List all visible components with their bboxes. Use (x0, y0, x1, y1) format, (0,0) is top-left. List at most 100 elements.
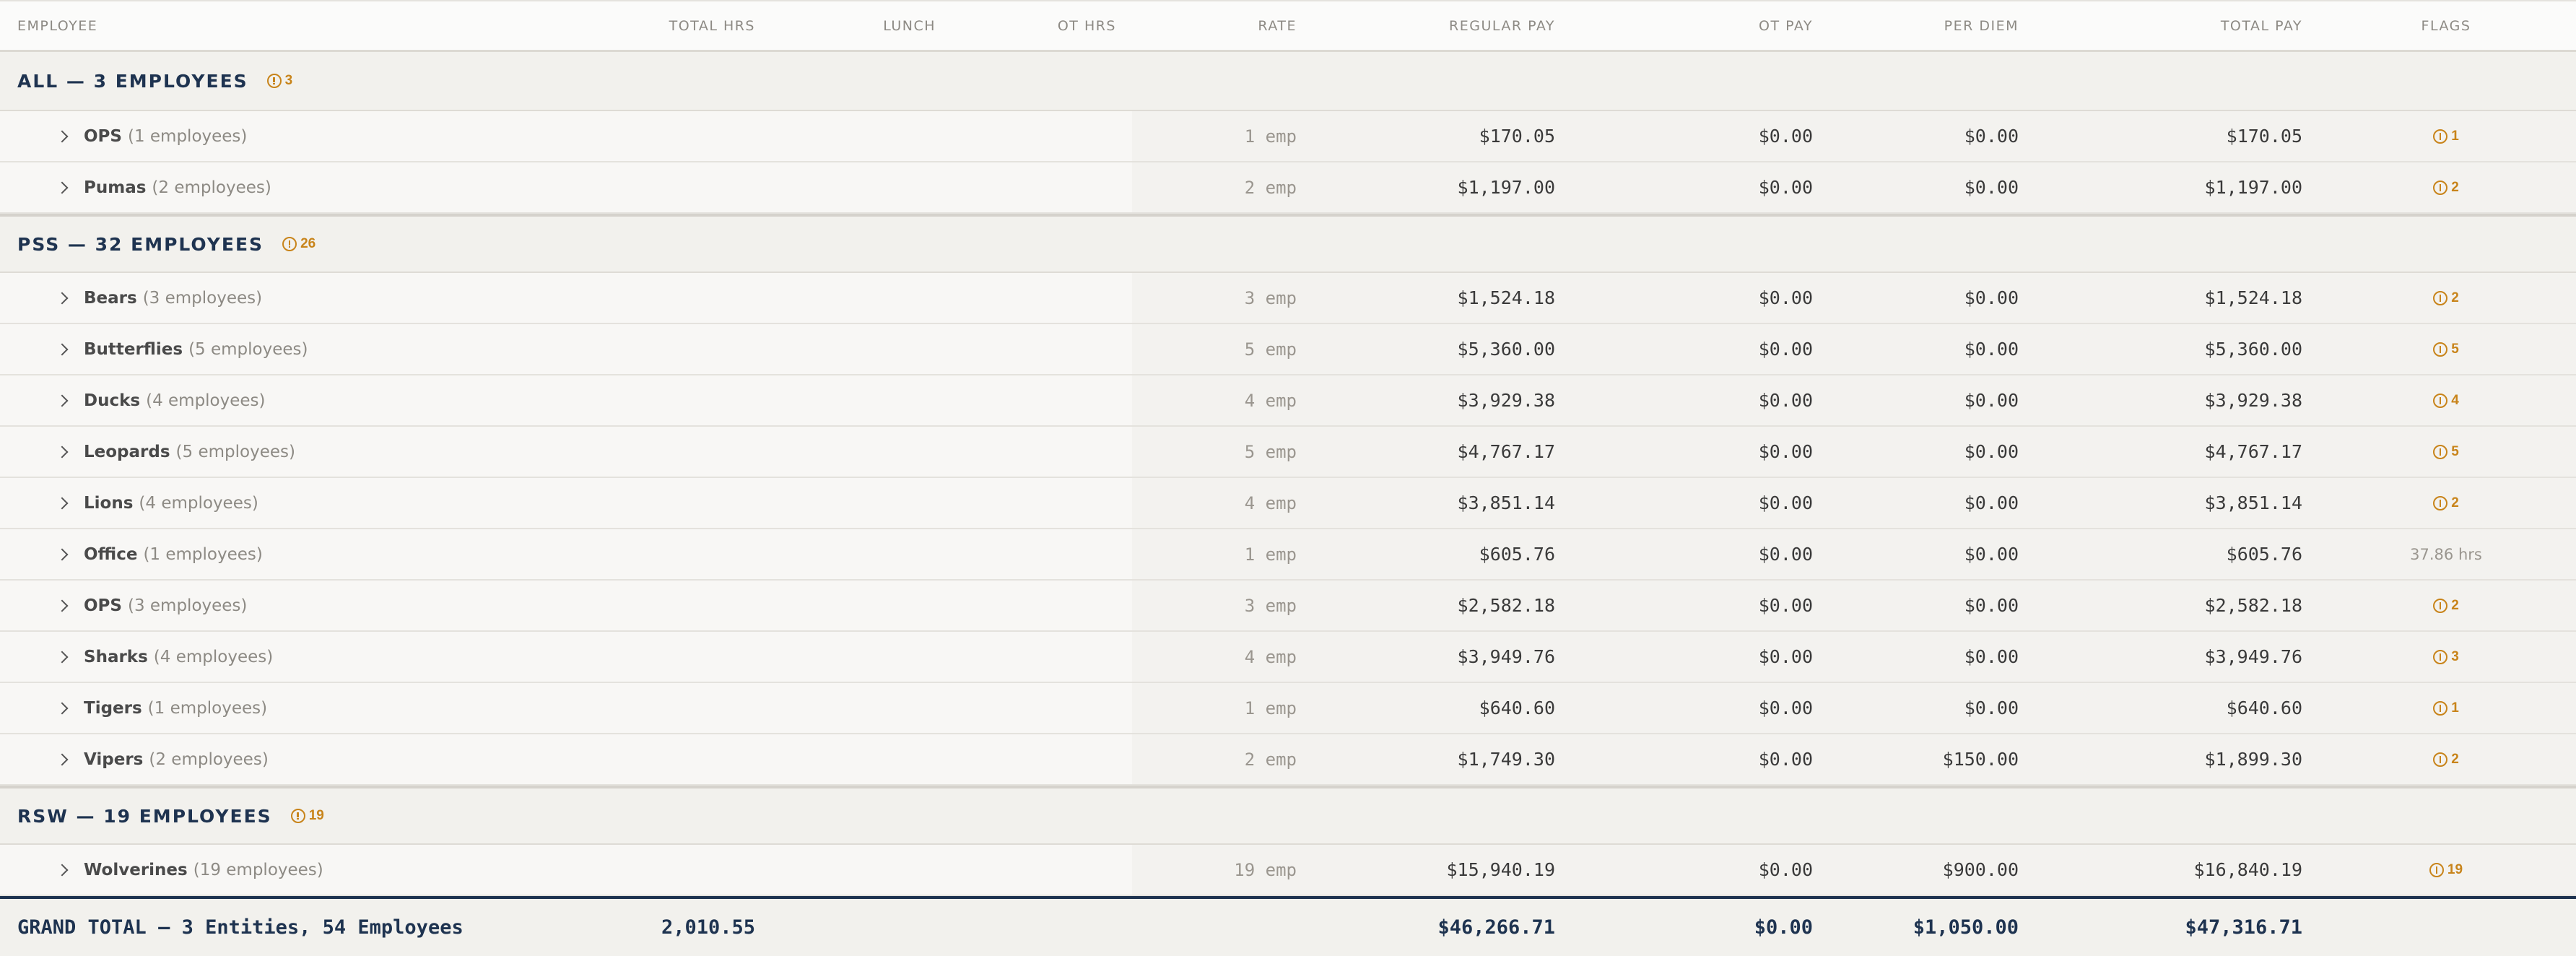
team-name: OPS (84, 596, 122, 615)
alert-circle-icon (2429, 862, 2444, 877)
table-row[interactable]: OPS (1 employees) 1 emp $170.05 $0.00 $0.… (0, 111, 2576, 162)
entity-flag-badge: 26 (282, 236, 316, 252)
team-name: Ducks (84, 391, 141, 410)
total-pay-cell: $170.05 (2226, 126, 2302, 147)
team-name: OPS (84, 126, 122, 146)
total-pay-cell: $1,197.00 (2204, 177, 2302, 198)
chevron-right-icon[interactable] (56, 343, 69, 355)
ot-pay-cell: $0.00 (1758, 126, 1813, 147)
chevron-right-icon[interactable] (56, 599, 69, 612)
per-diem-cell: $0.00 (1964, 698, 2019, 718)
table-row[interactable]: Lions (4 employees) 4 emp $3,851.14 $0.00… (0, 478, 2576, 529)
table-row[interactable]: Tigers (1 employees) 1 emp $640.60 $0.00 … (0, 683, 2576, 734)
rate-cell: 1 emp (1244, 126, 1297, 147)
chevron-right-icon[interactable] (56, 702, 69, 714)
flags-cell[interactable]: 5 (2375, 324, 2517, 374)
team-count: (4 employees) (153, 647, 274, 666)
team-name: Sharks (84, 647, 148, 666)
flags-cell[interactable]: 4 (2375, 375, 2517, 425)
entity-title: ALL — 3 EMPLOYEES (17, 70, 248, 92)
rate-cell: 1 emp (1244, 544, 1297, 565)
payroll-summary-table: EMPLOYEE TOTAL HRS LUNCH OT HRS RATE REG… (0, 0, 2576, 956)
table-row[interactable]: Office (1 employees) 1 emp $605.76 $0.00 … (0, 529, 2576, 581)
ot-pay-cell: $0.00 (1758, 646, 1813, 667)
table-header: EMPLOYEE TOTAL HRS LUNCH OT HRS RATE REG… (0, 0, 2576, 52)
team-name: Vipers (84, 749, 144, 769)
table-row[interactable]: Sharks (4 employees) 4 emp $3,949.76 $0.0… (0, 632, 2576, 683)
team-count: (5 employees) (175, 442, 295, 461)
chevron-right-icon[interactable] (56, 651, 69, 663)
flags-cell[interactable]: 2 (2375, 581, 2517, 630)
per-diem-cell: $0.00 (1964, 390, 2019, 411)
total-pay-cell: $2,582.18 (2204, 595, 2302, 616)
regular-pay-cell: $1,197.00 (1457, 177, 1555, 198)
flags-cell[interactable]: 3 (2375, 632, 2517, 682)
col-ot-pay[interactable]: OT PAY (1661, 1, 1813, 50)
chevron-right-icon[interactable] (56, 446, 69, 458)
flags-cell[interactable]: 2 (2375, 734, 2517, 784)
flags-cell[interactable]: 1 (2375, 683, 2517, 733)
team-count: (2 employees) (152, 178, 271, 197)
col-employee[interactable]: EMPLOYEE (17, 1, 97, 50)
team-count: (19 employees) (193, 860, 323, 879)
col-lunch[interactable]: LUNCH (830, 1, 936, 50)
flags-cell[interactable]: 2 (2375, 162, 2517, 212)
chevron-right-icon[interactable] (56, 394, 69, 407)
regular-pay-cell: $1,749.30 (1457, 749, 1555, 770)
alert-circle-icon (2433, 393, 2448, 408)
col-per-diem[interactable]: PER DIEM (1877, 1, 2019, 50)
chevron-right-icon[interactable] (56, 548, 69, 560)
alert-circle-icon (2433, 129, 2448, 144)
col-rate[interactable]: RATE (1155, 1, 1297, 50)
table-row[interactable]: Vipers (2 employees) 2 emp $1,749.30 $0.0… (0, 734, 2576, 786)
entity-flag-badge: 3 (266, 73, 292, 89)
chevron-right-icon[interactable] (56, 497, 69, 509)
entity-group-header[interactable]: ALL — 3 EMPLOYEES 3 (0, 52, 2576, 111)
alert-circle-icon (282, 237, 297, 251)
rate-cell: 3 emp (1244, 287, 1297, 308)
chevron-right-icon[interactable] (56, 292, 69, 304)
table-row[interactable]: Pumas (2 employees) 2 emp $1,197.00 $0.00… (0, 162, 2576, 214)
alert-circle-icon (2433, 290, 2448, 305)
chevron-right-icon[interactable] (56, 753, 69, 765)
flags-cell[interactable]: 2 (2375, 478, 2517, 528)
col-total-pay[interactable]: TOTAL PAY (2094, 1, 2302, 50)
team-name: Lions (84, 493, 134, 513)
table-row[interactable]: Leopards (5 employees) 5 emp $4,767.17 $0… (0, 427, 2576, 478)
grand-total-label: GRAND TOTAL — 3 Entities, 54 Employees (17, 916, 464, 939)
col-flags[interactable]: FLAGS (2375, 1, 2517, 50)
per-diem-cell: $0.00 (1964, 544, 2019, 565)
table-row[interactable]: Bears (3 employees) 3 emp $1,524.18 $0.00… (0, 273, 2576, 324)
team-count: (1 employees) (127, 126, 248, 146)
table-row[interactable]: Wolverines (19 employees) 19 emp $15,940.… (0, 845, 2576, 896)
rate-cell: 19 emp (1234, 859, 1297, 880)
table-row[interactable]: Ducks (4 employees) 4 emp $3,929.38 $0.00… (0, 375, 2576, 427)
grand-total-pay: $47,316.71 (2185, 916, 2302, 939)
flags-cell[interactable]: 5 (2375, 427, 2517, 477)
chevron-right-icon[interactable] (56, 864, 69, 876)
chevron-right-icon[interactable] (56, 181, 69, 194)
entity-group-header[interactable]: PSS — 32 EMPLOYEES 26 (0, 214, 2576, 273)
flags-cell[interactable]: 2 (2375, 273, 2517, 323)
col-regular-pay[interactable]: REGULAR PAY (1372, 1, 1555, 50)
table-row[interactable]: Butterflies (5 employees) 5 emp $5,360.00… (0, 324, 2576, 375)
team-name: Butterflies (84, 339, 183, 359)
alert-circle-icon (266, 74, 282, 88)
col-ot-hrs[interactable]: OT HRS (1011, 1, 1116, 50)
per-diem-cell: $0.00 (1964, 339, 2019, 360)
alert-circle-icon (290, 809, 305, 823)
flags-cell[interactable]: 19 (2375, 845, 2517, 895)
col-total-hrs[interactable]: TOTAL HRS (635, 1, 755, 50)
regular-pay-cell: $640.60 (1479, 698, 1555, 718)
flags-cell[interactable]: 1 (2375, 111, 2517, 161)
per-diem-cell: $900.00 (1942, 859, 2019, 880)
regular-pay-cell: $5,360.00 (1457, 339, 1555, 360)
hours-note: 37.86 hrs (2410, 545, 2482, 563)
ot-pay-cell: $0.00 (1758, 544, 1813, 565)
team-count: (4 employees) (139, 493, 258, 513)
entity-group-header[interactable]: RSW — 19 EMPLOYEES 19 (0, 786, 2576, 845)
table-row[interactable]: OPS (3 employees) 3 emp $2,582.18 $0.00 $… (0, 581, 2576, 632)
ot-pay-cell: $0.00 (1758, 177, 1813, 198)
chevron-right-icon[interactable] (56, 130, 69, 142)
rate-cell: 4 emp (1244, 646, 1297, 667)
